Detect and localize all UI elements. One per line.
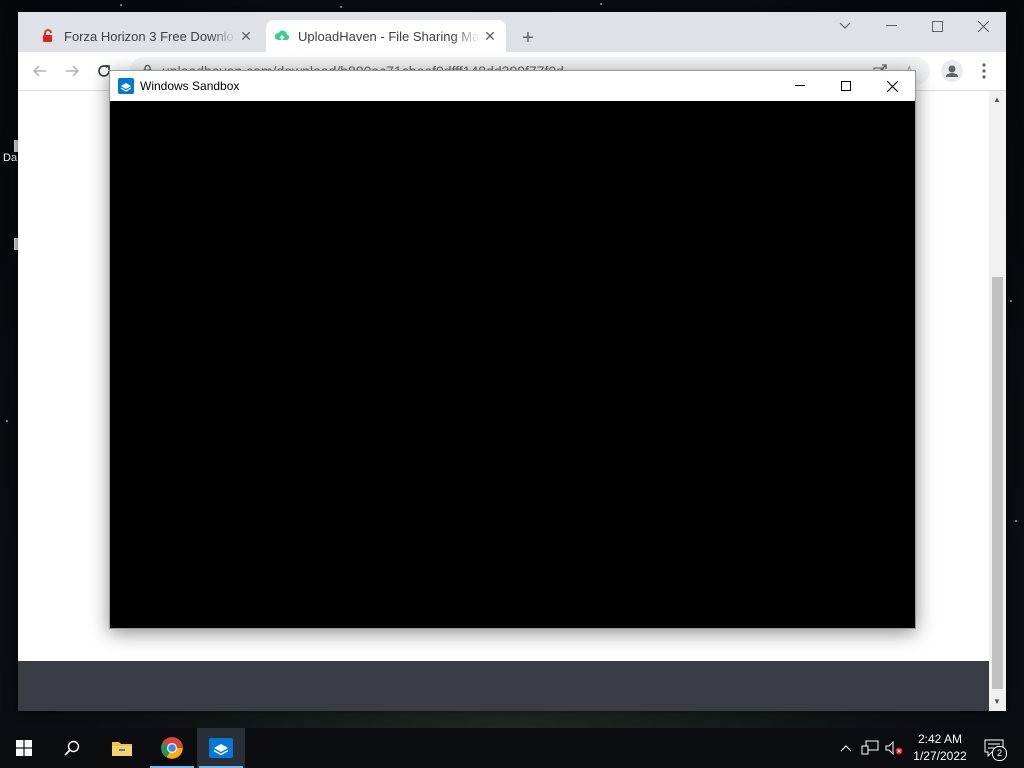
sandbox-display[interactable] <box>110 101 915 628</box>
notification-center-icon[interactable]: 2 <box>982 738 1007 761</box>
forward-arrow-icon[interactable] <box>58 57 86 85</box>
scroll-down-icon[interactable]: ▼ <box>993 697 1001 706</box>
file-explorer-icon[interactable] <box>98 728 146 768</box>
windows-sandbox-icon <box>118 78 134 97</box>
tab-uploadhaven[interactable]: UploadHaven - File Sharing Made ✕ <box>266 20 506 52</box>
sandbox-title-bar[interactable]: Windows Sandbox <box>110 71 915 101</box>
sandbox-close-button[interactable] <box>869 71 915 101</box>
kebab-menu-icon[interactable] <box>970 57 998 85</box>
chrome-icon[interactable] <box>148 728 196 768</box>
desktop-icon-partial-2[interactable] <box>0 238 20 254</box>
vertical-scrollbar[interactable]: ▲ ▼ <box>989 91 1006 711</box>
notification-badge: 2 <box>992 746 1007 761</box>
desktop-icon-label: Da <box>3 152 18 164</box>
tab-strip: Forza Horizon 3 Free Download ( ✕ Upload… <box>18 12 1006 52</box>
sandbox-minimize-button[interactable] <box>777 71 823 101</box>
cloud-upload-icon <box>274 28 290 44</box>
volume-muted-icon[interactable] <box>884 738 904 758</box>
show-hidden-icons-chevron-icon[interactable] <box>836 738 856 758</box>
minimize-button[interactable] <box>868 12 914 40</box>
close-tab-icon[interactable]: ✕ <box>236 26 256 46</box>
close-window-button[interactable] <box>960 12 1006 40</box>
clock-time: 2:42 AM <box>917 732 963 746</box>
sandbox-maximize-button[interactable] <box>823 71 869 101</box>
back-arrow-icon[interactable] <box>26 57 54 85</box>
page-footer-band <box>18 661 989 711</box>
clock-date: 1/27/2022 <box>913 749 967 763</box>
close-tab-icon[interactable]: ✕ <box>480 26 500 46</box>
clock[interactable]: 2:42 AM 1/27/2022 <box>906 731 974 765</box>
sandbox-window: Windows Sandbox <box>109 70 916 629</box>
red-lock-icon <box>40 28 56 44</box>
maximize-button[interactable] <box>914 12 960 40</box>
profile-icon[interactable] <box>938 57 966 85</box>
tab-title: Forza Horizon 3 Free Download ( <box>64 28 236 44</box>
scrollbar-thumb[interactable] <box>992 277 1003 689</box>
new-tab-button[interactable]: + <box>514 24 542 52</box>
windows-sandbox-taskbar-button[interactable] <box>197 728 245 768</box>
desktop-icon-partial[interactable]: Da <box>0 140 20 180</box>
network-icon[interactable] <box>860 738 880 758</box>
search-icon[interactable] <box>48 728 96 768</box>
taskbar: 2:42 AM 1/27/2022 2 <box>0 728 1024 768</box>
tab-forza[interactable]: Forza Horizon 3 Free Download ( ✕ <box>32 20 262 52</box>
scroll-up-icon[interactable]: ▲ <box>993 95 1001 104</box>
tab-title: UploadHaven - File Sharing Made <box>298 28 480 44</box>
tab-search-icon[interactable] <box>822 12 868 40</box>
sandbox-title: Windows Sandbox <box>140 79 240 93</box>
start-icon[interactable] <box>0 728 48 768</box>
